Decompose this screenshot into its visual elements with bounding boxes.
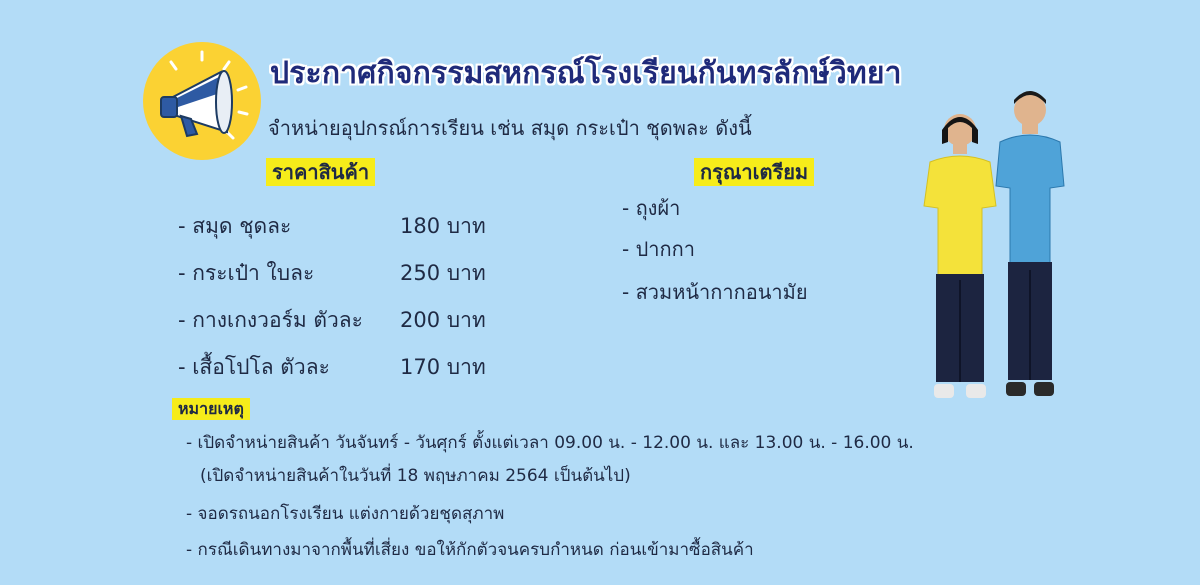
price-item-label: - กระเป๋า ใบละ xyxy=(178,261,315,285)
prepare-item: - ถุงผ้า xyxy=(622,196,681,220)
page-title: ประกาศกิจกรรมสหกรณ์โรงเรียนกันทรลักษ์วิท… xyxy=(270,56,902,91)
price-item-amount: 250 บาท xyxy=(400,261,486,285)
page-subtitle: จำหน่ายอุปกรณ์การเรียน เช่น สมุด กระเป๋า… xyxy=(268,116,752,140)
students-illustration xyxy=(918,90,1068,410)
price-item-amount: 170 บาท xyxy=(400,355,486,379)
prices-heading: ราคาสินค้า xyxy=(266,158,376,186)
note-line: - เปิดจำหน่ายสินค้า วันจันทร์ - วันศุกร์… xyxy=(186,433,914,453)
price-item-label: - สมุด ชุดละ xyxy=(178,214,292,238)
prepare-item: - สวมหน้ากากอนามัย xyxy=(622,280,808,304)
students-in-uniform-illustration xyxy=(923,91,1065,398)
price-item-label: - กางเกงวอร์ม ตัวละ xyxy=(178,308,363,332)
note-line: (เปิดจำหน่ายสินค้าในวันที่ 18 พฤษภาคม 25… xyxy=(200,466,631,486)
price-item-amount: 180 บาท xyxy=(400,214,486,238)
note-line: - จอดรถนอกโรงเรียน แต่งกายด้วยชุดสุภาพ xyxy=(186,504,505,524)
megaphone-badge xyxy=(143,42,261,160)
megaphone-icon xyxy=(160,50,249,140)
price-item-label: - เสื้อโปโล ตัวละ xyxy=(178,355,330,379)
price-item-amount: 200 บาท xyxy=(400,308,486,332)
prepare-heading: กรุณาเตรียม xyxy=(694,158,815,186)
note-line: - กรณีเดินทางมาจากพื้นที่เสี่ยง ขอให้กัก… xyxy=(186,540,754,560)
prepare-item: - ปากกา xyxy=(622,237,695,261)
notes-heading: หมายเหตุ xyxy=(172,398,250,420)
